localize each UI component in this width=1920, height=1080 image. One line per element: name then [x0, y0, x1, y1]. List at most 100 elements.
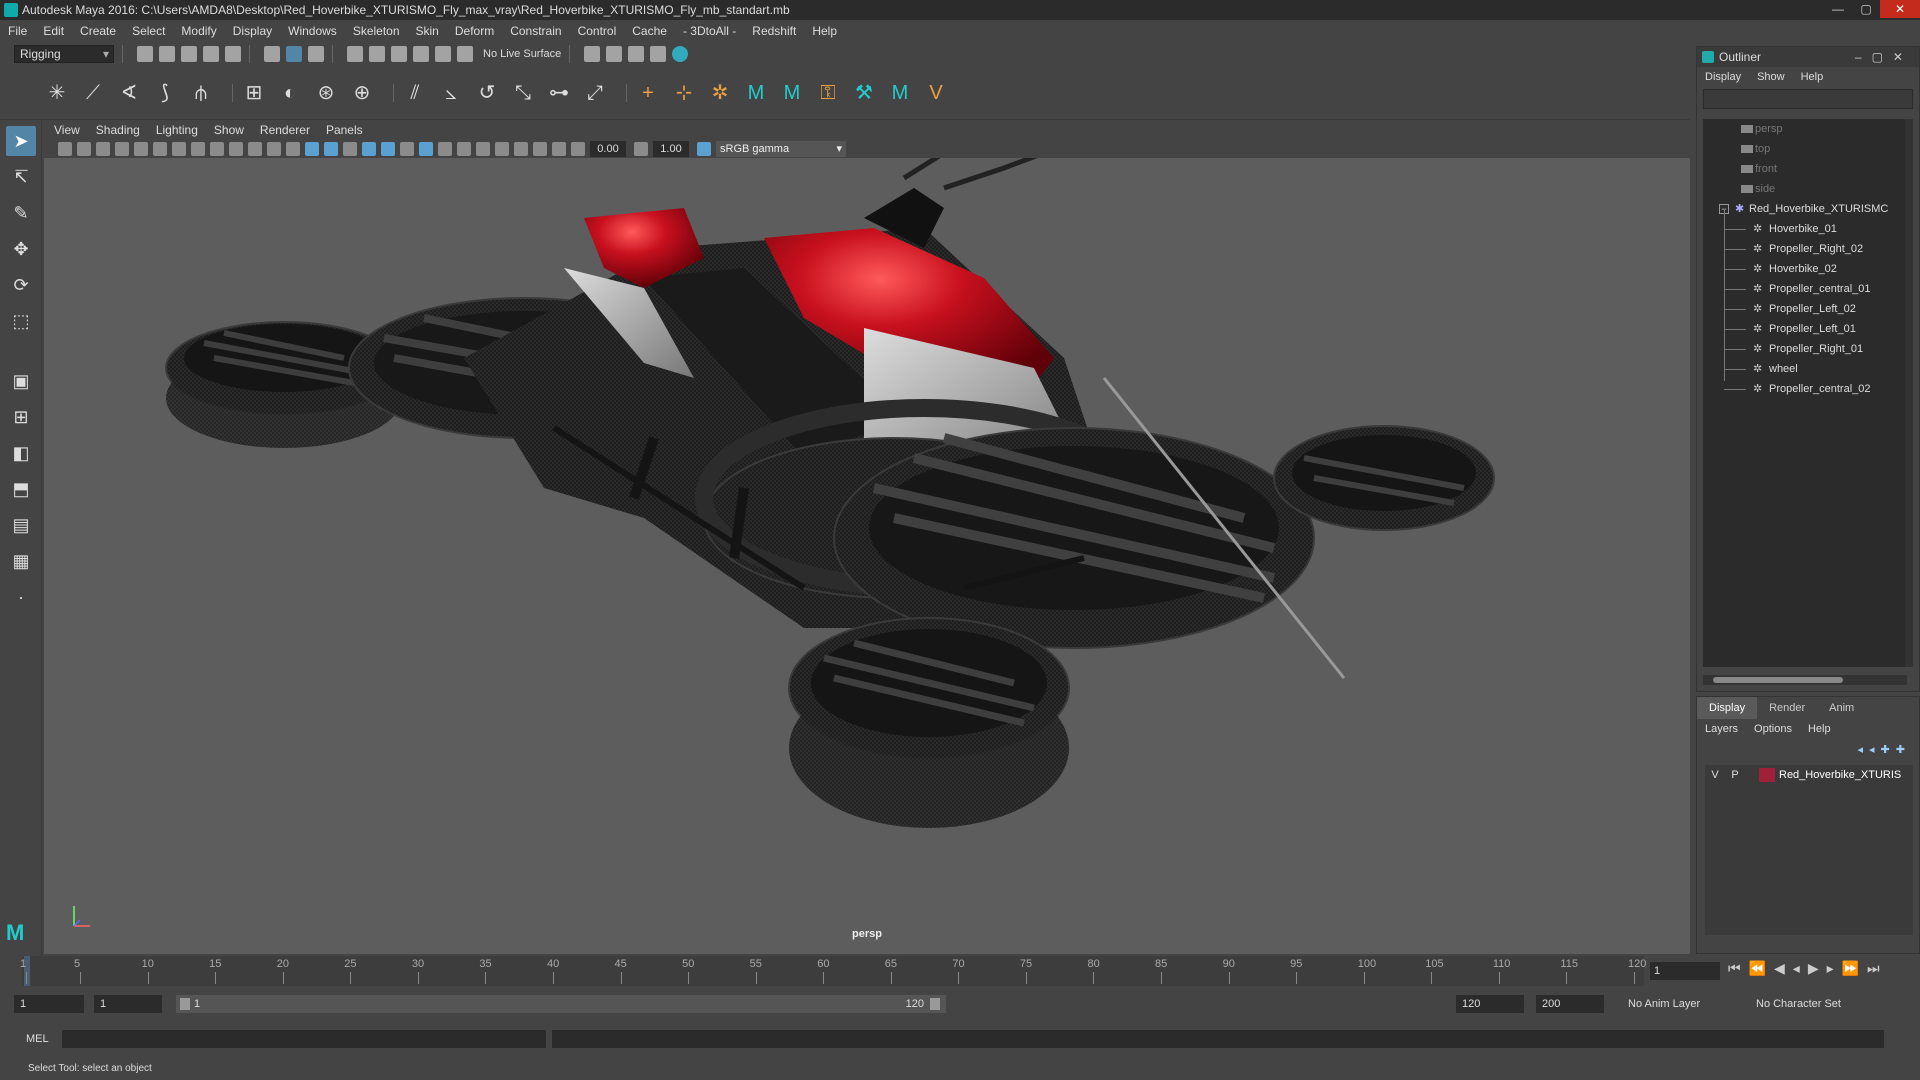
render-frame-icon[interactable]: [606, 46, 623, 62]
anti-aliasing-icon[interactable]: [457, 142, 471, 156]
gamma-field[interactable]: 1.00: [653, 141, 689, 157]
safe-title-icon[interactable]: [286, 142, 300, 156]
2d-pan-zoom-icon[interactable]: [153, 142, 167, 156]
outliner-search-input[interactable]: [1703, 89, 1913, 109]
outliner-item-hoverbike-01[interactable]: ✲ Hoverbike_01: [1703, 219, 1907, 239]
maximize-button[interactable]: ▢: [1852, 0, 1880, 18]
exposure-icon[interactable]: [571, 142, 585, 156]
isolate-select-icon[interactable]: [495, 142, 509, 156]
bookmarks-icon[interactable]: [96, 142, 110, 156]
minimize-button[interactable]: —: [1824, 0, 1852, 18]
parent-constraint-icon[interactable]: ⊶: [546, 80, 572, 106]
layer-menu-layers[interactable]: Layers: [1705, 723, 1738, 735]
anim-layer-dropdown[interactable]: No Anim Layer: [1622, 995, 1732, 1013]
camera-attributes-icon[interactable]: [77, 142, 91, 156]
bind-skin-icon[interactable]: ⊞: [241, 80, 267, 106]
character-set-dropdown[interactable]: No Character Set: [1750, 995, 1860, 1013]
smooth-shade-icon[interactable]: [324, 142, 338, 156]
layer-color-swatch[interactable]: [1759, 768, 1775, 782]
menu-3dtoall[interactable]: - 3DtoAll -: [683, 24, 736, 38]
open-scene-icon[interactable]: [159, 46, 175, 62]
paint-weights-icon[interactable]: ⚿: [815, 80, 841, 106]
snap-surface-icon[interactable]: [435, 46, 451, 62]
menu-create[interactable]: Create: [80, 24, 116, 38]
range-slider[interactable]: 1 120: [176, 995, 946, 1013]
custom-layout-icon[interactable]: ▦: [6, 546, 36, 576]
range-start-handle[interactable]: [180, 998, 190, 1010]
outliner-item-persp[interactable]: persp: [1703, 119, 1907, 139]
outliner-vertical-scrollbar[interactable]: [1905, 119, 1913, 667]
close-button[interactable]: ✕: [1880, 0, 1920, 18]
outliner-item-hoverbike-02[interactable]: ✲ Hoverbike_02: [1703, 259, 1907, 279]
cluster-icon[interactable]: ⊛: [313, 80, 339, 106]
menu-skeleton[interactable]: Skeleton: [353, 24, 400, 38]
v-tool-icon[interactable]: V: [923, 80, 949, 106]
shadows-icon[interactable]: [400, 142, 414, 156]
snap-pivot-icon[interactable]: [457, 46, 473, 62]
select-tool-icon[interactable]: ➤: [6, 126, 36, 156]
film-gate-icon[interactable]: [191, 142, 205, 156]
persp-graph-layout-icon[interactable]: ⬒: [6, 474, 36, 504]
command-language-label[interactable]: MEL: [26, 1030, 49, 1048]
point-constraint-icon[interactable]: ⫽: [402, 80, 428, 106]
textured-icon[interactable]: [362, 142, 376, 156]
hypershade-layout-icon[interactable]: ▤: [6, 510, 36, 540]
exposure-field[interactable]: 0.00: [590, 141, 626, 157]
menu-skin[interactable]: Skin: [416, 24, 439, 38]
motion-blur-icon[interactable]: [438, 142, 452, 156]
menu-control[interactable]: Control: [578, 24, 617, 38]
redo-icon[interactable]: [225, 46, 241, 62]
gate-mask-icon[interactable]: [229, 142, 243, 156]
layer-action-icons[interactable]: ◂◂✚✚: [1858, 743, 1911, 756]
outliner-item-propeller-central-01[interactable]: ✲ Propeller_central_01: [1703, 279, 1907, 299]
mirror-joint-icon[interactable]: ⫛: [188, 80, 214, 106]
select-hierarchy-icon[interactable]: [264, 46, 280, 62]
outliner-item-propeller-left-02[interactable]: ✲ Propeller_Left_02: [1703, 299, 1907, 319]
viewport-menu-view[interactable]: View: [54, 123, 80, 137]
sculpt-deformer-icon[interactable]: ⚒: [851, 80, 877, 106]
current-frame-field[interactable]: 1: [1650, 962, 1720, 980]
joint-tool-icon[interactable]: ✳: [44, 80, 70, 106]
playback-end-field[interactable]: 120: [1456, 995, 1524, 1013]
outliner-menu-display[interactable]: Display: [1705, 71, 1741, 83]
snap-point-icon[interactable]: [391, 46, 407, 62]
menu-deform[interactable]: Deform: [455, 24, 494, 38]
new-scene-icon[interactable]: [137, 46, 153, 62]
save-scene-icon[interactable]: [181, 46, 197, 62]
layer-visibility-toggle[interactable]: V: [1705, 765, 1725, 785]
tab-display[interactable]: Display: [1697, 697, 1758, 719]
xray-components-icon[interactable]: [552, 142, 566, 156]
aim-constraint-icon[interactable]: ⦣: [438, 80, 464, 106]
resolution-gate-icon[interactable]: [210, 142, 224, 156]
wireframe-on-shaded-icon[interactable]: [343, 142, 357, 156]
snap-grid-icon[interactable]: [347, 46, 363, 62]
perspective-viewport[interactable]: persp: [44, 158, 1690, 954]
layer-menu-options[interactable]: Options: [1754, 723, 1792, 735]
maya-shelf-icon[interactable]: M: [887, 80, 913, 106]
scrollbar-thumb[interactable]: [1713, 677, 1843, 683]
menu-help[interactable]: Help: [812, 24, 837, 38]
rotate-tool-icon[interactable]: ⟳: [6, 270, 36, 300]
orient-constraint-icon[interactable]: ↺: [474, 80, 500, 106]
grease-pencil-icon[interactable]: [134, 142, 148, 156]
outliner-item-propeller-central-02[interactable]: ✲ Propeller_central_02: [1703, 379, 1907, 399]
collapse-toolbox-icon[interactable]: ·: [6, 582, 36, 612]
select-object-icon[interactable]: [286, 46, 302, 62]
lasso-tool-icon[interactable]: ↸: [6, 162, 36, 192]
wireframe-icon[interactable]: [305, 142, 319, 156]
menu-edit[interactable]: Edit: [43, 24, 64, 38]
outliner-item-propeller-left-01[interactable]: ✲ Propeller_Left_01: [1703, 319, 1907, 339]
playback-controls[interactable]: ⏮⏪◀◂▶▸⏩⏭: [1728, 960, 1888, 977]
live-surface-field[interactable]: No Live Surface: [483, 48, 561, 60]
outliner-menu-help[interactable]: Help: [1801, 71, 1824, 83]
hypershade-icon[interactable]: [672, 46, 689, 62]
outliner-item-propeller-right-01[interactable]: ✲ Propeller_Right_01: [1703, 339, 1907, 359]
menu-windows[interactable]: Windows: [288, 24, 337, 38]
menu-cache[interactable]: Cache: [632, 24, 667, 38]
lattice-icon[interactable]: ◐: [277, 80, 303, 106]
outliner-item-front[interactable]: front: [1703, 159, 1907, 179]
menu-constrain[interactable]: Constrain: [510, 24, 561, 38]
playback-start-field[interactable]: 1: [94, 995, 162, 1013]
viewport-menu-shading[interactable]: Shading: [96, 123, 140, 137]
view-transform-dropdown[interactable]: sRGB gamma: [716, 141, 846, 157]
